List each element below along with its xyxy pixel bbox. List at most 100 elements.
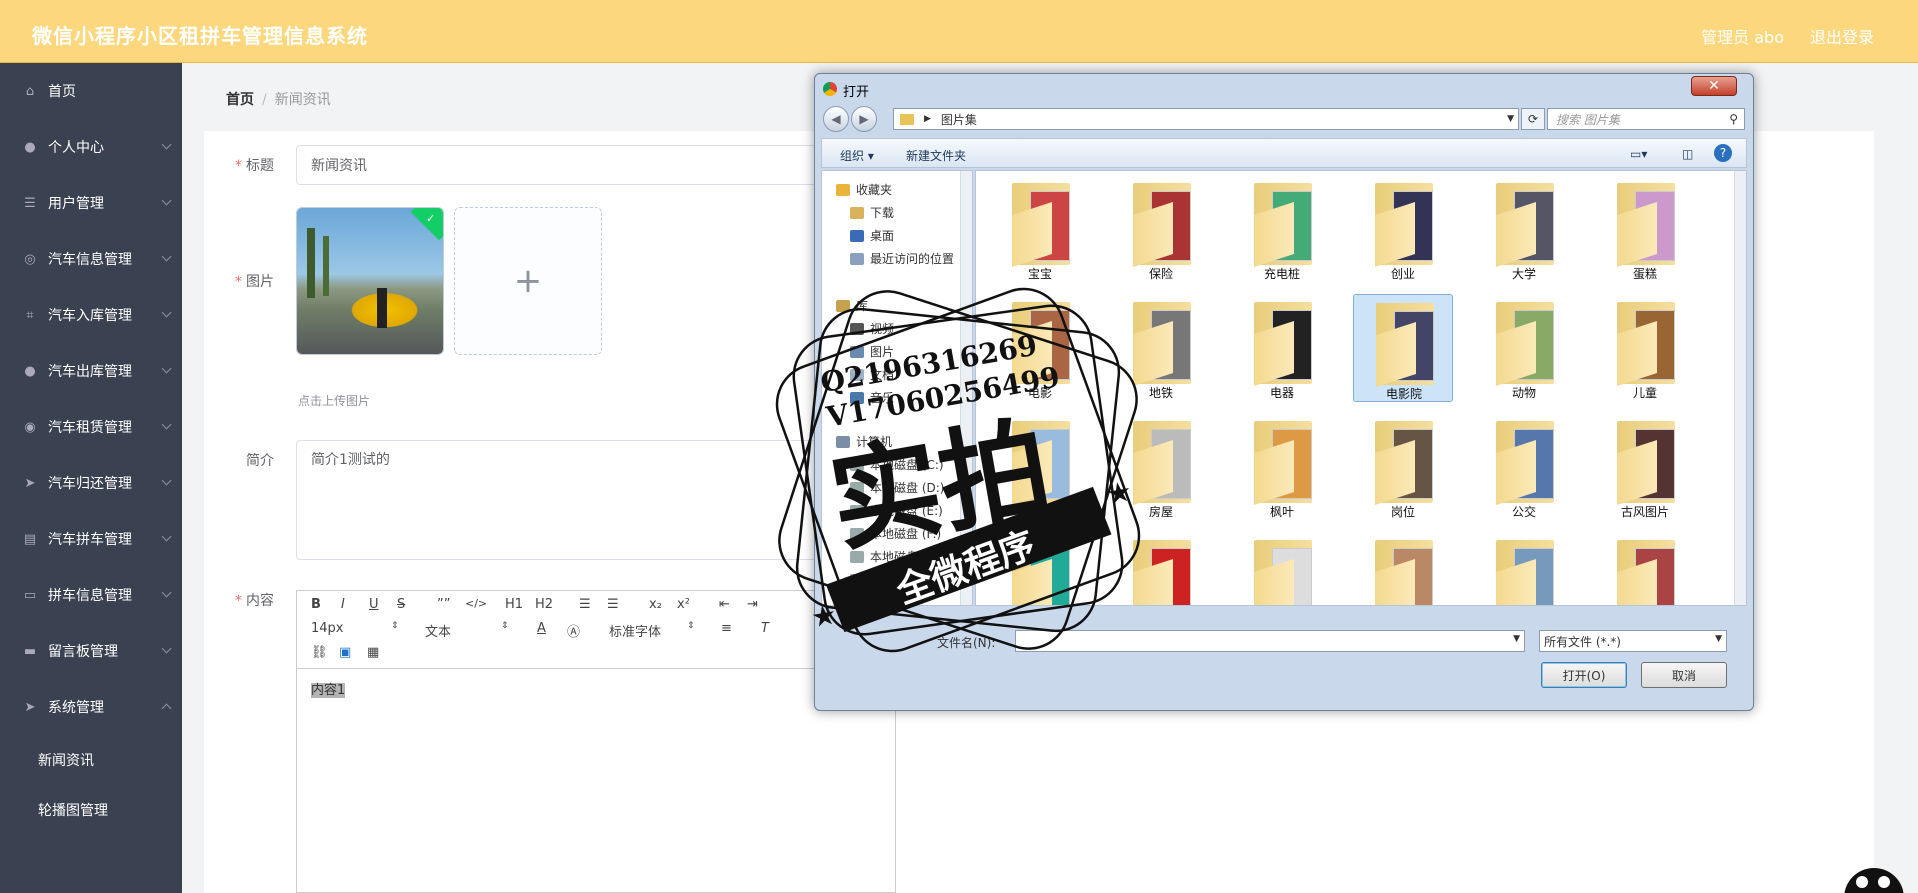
- nav-drive-d[interactable]: 本地磁盘 (D:): [850, 479, 944, 496]
- outdent-button[interactable]: ⇤: [719, 597, 730, 612]
- nav-pictures[interactable]: 图片: [850, 343, 894, 360]
- nav-downloads[interactable]: 下载: [850, 204, 894, 221]
- nav-favorites[interactable]: 收藏夹: [836, 181, 892, 198]
- quote-button[interactable]: ””: [437, 597, 450, 612]
- nav-drive-e[interactable]: 本地磁盘 (E:): [850, 502, 943, 519]
- view-options-icon[interactable]: ▭▾: [1630, 147, 1647, 161]
- italic-button[interactable]: I: [341, 597, 345, 612]
- strike-button[interactable]: S: [397, 597, 405, 612]
- folder-item[interactable]: 动物: [1474, 294, 1574, 402]
- folder-item[interactable]: 古风图片: [1595, 413, 1695, 521]
- nav-music[interactable]: 音乐: [850, 389, 894, 406]
- bold-button[interactable]: B: [311, 597, 321, 612]
- folder-item[interactable]: 电影院: [1353, 294, 1453, 402]
- sidebar-item-car-in[interactable]: ⌗ 汽车入库管理: [0, 287, 182, 343]
- align-icon[interactable]: ≡: [721, 621, 732, 636]
- image-icon[interactable]: ▣: [339, 645, 351, 660]
- h2-button[interactable]: H2: [535, 597, 553, 612]
- dialog-close-button[interactable]: ✕: [1691, 76, 1737, 96]
- folder-item[interactable]: [1595, 532, 1695, 605]
- folder-item[interactable]: 防疫: [990, 413, 1090, 521]
- code-button[interactable]: </>: [465, 597, 487, 610]
- h1-button[interactable]: H1: [505, 597, 523, 612]
- folder-item[interactable]: [1474, 532, 1574, 605]
- folder-item[interactable]: 蛋糕: [1595, 175, 1695, 283]
- nav-libraries[interactable]: 库: [836, 297, 868, 314]
- folder-item[interactable]: [1353, 532, 1453, 605]
- sidebar-item-users[interactable]: ☰ 用户管理: [0, 175, 182, 231]
- font-family-select[interactable]: 标准字体: [609, 621, 661, 640]
- font-size-select[interactable]: 14px: [311, 621, 344, 636]
- forward-button[interactable]: ▶: [851, 106, 877, 132]
- nav-videos[interactable]: 视频: [850, 320, 894, 337]
- underline-button[interactable]: U: [369, 597, 379, 612]
- cancel-button[interactable]: 取消: [1641, 662, 1727, 688]
- nav-recent[interactable]: 最近访问的位置: [850, 250, 954, 267]
- sidebar-item-carpool[interactable]: ▤ 汽车拼车管理: [0, 511, 182, 567]
- folder-item[interactable]: 大学: [1474, 175, 1574, 283]
- nav-drive-c[interactable]: 本地磁盘 (C:): [850, 456, 944, 473]
- folder-item[interactable]: 电器: [1232, 294, 1332, 402]
- sidebar-item-car-info[interactable]: ◎ 汽车信息管理: [0, 231, 182, 287]
- background-color-icon[interactable]: Ⓐ: [567, 621, 580, 640]
- video-icon[interactable]: ▦: [367, 645, 379, 660]
- nav-documents[interactable]: 文档: [850, 366, 894, 383]
- folder-item[interactable]: 枫叶: [1232, 413, 1332, 521]
- nav-drive-f[interactable]: 本地磁盘 (F:): [850, 525, 941, 542]
- sidebar-item-personal[interactable]: ● 个人中心: [0, 119, 182, 175]
- folder-item[interactable]: [1232, 532, 1332, 605]
- folder-item[interactable]: 创业: [1353, 175, 1453, 283]
- nav-scrollbar[interactable]: [960, 171, 972, 605]
- bullet-list-button[interactable]: ☰: [607, 597, 619, 612]
- open-button[interactable]: 打开(O): [1541, 662, 1627, 688]
- editor-content[interactable]: 内容1: [297, 669, 895, 708]
- link-icon[interactable]: ⛓: [311, 645, 328, 660]
- subscript-button[interactable]: x₂: [649, 597, 662, 612]
- indent-button[interactable]: ⇥: [747, 597, 758, 612]
- organize-menu[interactable]: 组织 ▾: [840, 147, 874, 164]
- sidebar-item-car-return[interactable]: ➤ 汽车归还管理: [0, 455, 182, 511]
- filetype-select[interactable]: 所有文件 (*.*) ▼: [1539, 630, 1727, 652]
- search-input[interactable]: 搜索 图片集 ⚲: [1547, 108, 1745, 130]
- font-color-icon[interactable]: A: [537, 621, 546, 636]
- upload-button[interactable]: +: [454, 207, 602, 355]
- folder-item[interactable]: 公交: [1474, 413, 1574, 521]
- folder-item[interactable]: 宝宝: [990, 175, 1090, 283]
- sidebar-item-guestbook[interactable]: ▬ 留言板管理: [0, 623, 182, 679]
- uploaded-image[interactable]: ✓: [296, 207, 444, 355]
- nav-drive-g[interactable]: 本地磁盘 (G:): [850, 548, 945, 565]
- folder-item[interactable]: 保险: [1111, 175, 1211, 283]
- address-bar[interactable]: ▶ 图片集 ▼: [893, 108, 1519, 130]
- sidebar-item-car-rent[interactable]: ◉ 汽车租赁管理: [0, 399, 182, 455]
- preview-pane-icon[interactable]: ◫: [1682, 147, 1693, 161]
- folder-item[interactable]: [990, 532, 1090, 605]
- sidebar-item-carpool-info[interactable]: ▭ 拼车信息管理: [0, 567, 182, 623]
- filename-input[interactable]: ▼: [1015, 630, 1525, 652]
- clear-format-icon[interactable]: T: [761, 621, 769, 636]
- refresh-button[interactable]: ⟳: [1521, 108, 1545, 130]
- folder-item[interactable]: 岗位: [1353, 413, 1453, 521]
- nav-computer[interactable]: 计算机: [836, 433, 892, 450]
- sidebar-subitem-carousel[interactable]: 轮播图管理: [0, 785, 182, 835]
- folder-item[interactable]: [1111, 532, 1211, 605]
- ordered-list-button[interactable]: ☰: [579, 597, 591, 612]
- folder-item[interactable]: 电影: [990, 294, 1090, 402]
- help-icon[interactable]: ?: [1714, 144, 1732, 162]
- breadcrumb-home[interactable]: 首页: [226, 92, 254, 108]
- superscript-button[interactable]: x²: [677, 597, 690, 612]
- paragraph-select[interactable]: 文本: [425, 621, 451, 640]
- folder-item[interactable]: 房屋: [1111, 413, 1211, 521]
- sidebar-item-system[interactable]: ➤ 系统管理: [0, 679, 182, 735]
- folder-item[interactable]: 儿童: [1595, 294, 1695, 402]
- nav-drive-h[interactable]: 本地磁盘 (H:): [850, 571, 944, 588]
- folder-item[interactable]: 充电桩: [1232, 175, 1332, 283]
- back-button[interactable]: ◀: [823, 106, 849, 132]
- sidebar-item-home[interactable]: ⌂ 首页: [0, 63, 182, 119]
- new-folder-button[interactable]: 新建文件夹: [906, 147, 966, 164]
- logout-link[interactable]: 退出登录: [1810, 24, 1874, 48]
- nav-desktop[interactable]: 桌面: [850, 227, 894, 244]
- folder-item[interactable]: 地铁: [1111, 294, 1211, 402]
- sidebar-subitem-news[interactable]: 新闻资讯: [0, 735, 182, 785]
- sidebar-item-car-out[interactable]: ● 汽车出库管理: [0, 343, 182, 399]
- content-scrollbar[interactable]: [1734, 171, 1746, 605]
